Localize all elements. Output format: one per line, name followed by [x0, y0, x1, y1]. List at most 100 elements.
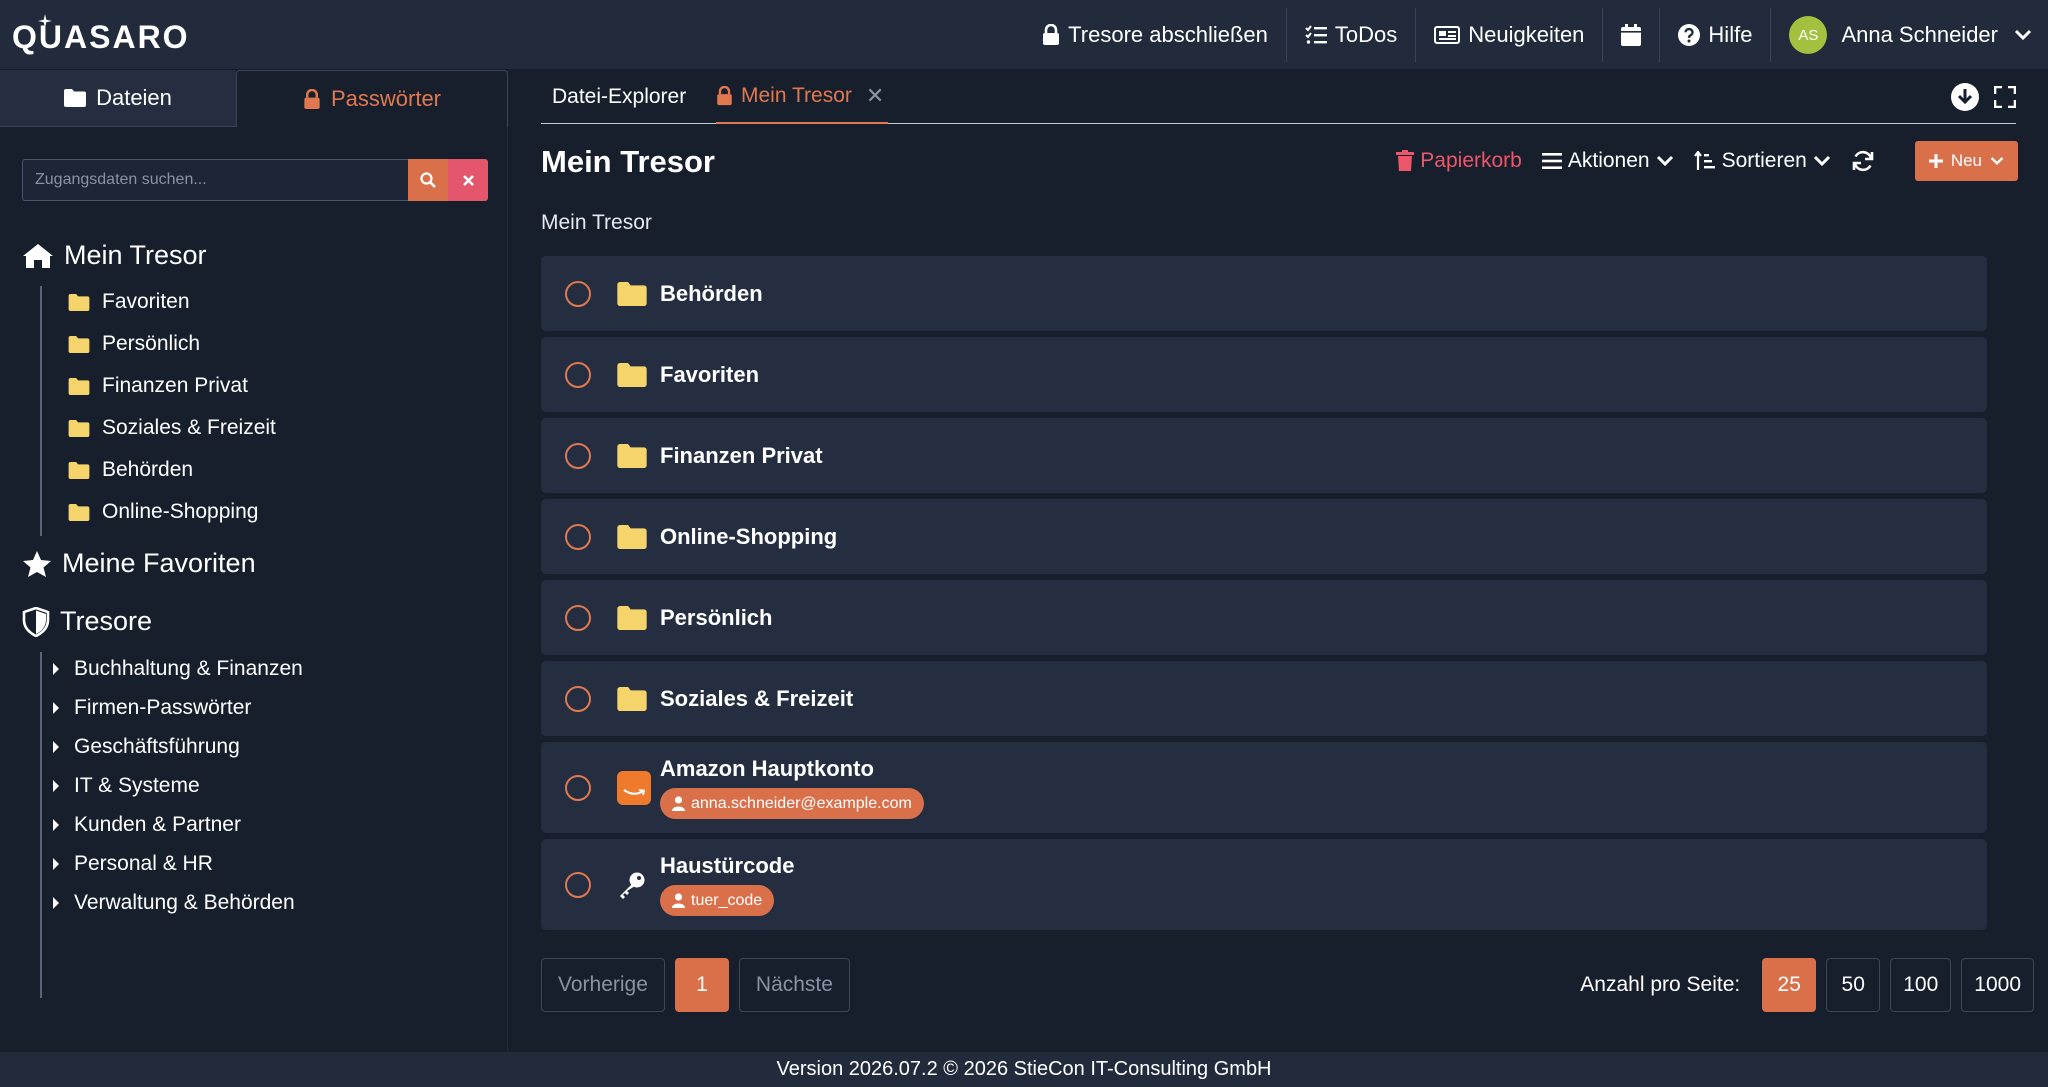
- select-radio[interactable]: [565, 871, 591, 898]
- download-circle-icon[interactable]: [1950, 82, 1980, 112]
- vault-item-geschaeftsfuehrung[interactable]: Geschäftsführung: [52, 735, 240, 759]
- vault-item-buchhaltung[interactable]: Buchhaltung & Finanzen: [52, 657, 303, 681]
- item-name: Haustürcode: [660, 853, 795, 878]
- folder-label: Favoriten: [102, 290, 190, 313]
- sidebar-folder-finanzen-privat[interactable]: Finanzen Privat: [68, 374, 248, 398]
- tree-my-favorites[interactable]: Meine Favoriten: [22, 548, 256, 579]
- folder-label: Online-Shopping: [102, 500, 259, 523]
- vault-label: Firmen-Passwörter: [74, 696, 252, 719]
- per-page-50[interactable]: 50: [1826, 958, 1881, 1012]
- select-radio[interactable]: [565, 442, 591, 469]
- avatar: AS: [1789, 16, 1828, 54]
- calendar-button[interactable]: [1603, 0, 1659, 70]
- caret-right-icon: [53, 663, 59, 675]
- per-page-1000[interactable]: 1000: [1961, 958, 2034, 1012]
- main-content: Datei-Explorer Mein Tresor ✕ Mein Tresor: [508, 70, 2048, 1052]
- sort-label: Sortieren: [1721, 149, 1807, 172]
- vault-item-kunden-partner[interactable]: Kunden & Partner: [52, 813, 241, 837]
- per-page-25[interactable]: 25: [1762, 958, 1817, 1012]
- select-radio[interactable]: [565, 523, 591, 550]
- tab-files[interactable]: Dateien: [0, 70, 236, 127]
- list-item[interactable]: Favoriten: [541, 337, 1987, 412]
- folder-label: Persönlich: [102, 332, 201, 355]
- user-icon: [672, 796, 685, 811]
- clear-search-button[interactable]: [448, 159, 488, 201]
- footer-version: Version 2026.07.2 © 2026 StieCon IT-Cons…: [0, 1052, 2048, 1087]
- lock-vaults-button[interactable]: Tresore abschließen: [1024, 0, 1286, 70]
- todos-button[interactable]: ToDos: [1287, 0, 1415, 70]
- sidebar-tabs: Dateien Passwörter: [0, 70, 508, 127]
- credential-search: [22, 159, 488, 201]
- tab-my-vault[interactable]: Mein Tresor ✕: [716, 70, 889, 124]
- tab-file-explorer[interactable]: Datei-Explorer: [552, 70, 686, 124]
- select-radio[interactable]: [565, 774, 591, 801]
- close-tab-button[interactable]: ✕: [866, 83, 884, 109]
- sidebar-folder-soziales-freizeit[interactable]: Soziales & Freizeit: [68, 416, 276, 440]
- sidebar-folder-behoerden[interactable]: Behörden: [68, 458, 193, 482]
- list-item[interactable]: Soziales & Freizeit: [541, 661, 1987, 736]
- folder-icon: [68, 377, 90, 395]
- per-page-selector: Anzahl pro Seite: 25 50 100 1000: [1580, 958, 2034, 1012]
- list-item[interactable]: Online-Shopping: [541, 499, 1987, 574]
- lock-icon: [717, 86, 732, 106]
- per-page-100[interactable]: 100: [1890, 958, 1952, 1012]
- sort-icon: [1693, 151, 1715, 170]
- folder-icon: [617, 605, 647, 630]
- tree-vaults[interactable]: Tresore: [22, 606, 152, 637]
- tab-my-vault-label: Mein Tresor: [741, 84, 852, 107]
- vault-item-verwaltung[interactable]: Verwaltung & Behörden: [52, 891, 295, 915]
- sidebar-folder-online-shopping[interactable]: Online-Shopping: [68, 500, 258, 524]
- folder-label: Behörden: [102, 458, 194, 481]
- tab-passwords[interactable]: Passwörter: [236, 70, 508, 127]
- vault-label: Personal & HR: [74, 852, 213, 875]
- list-item[interactable]: Amazon Hauptkonto anna.schneider@example…: [541, 742, 1987, 833]
- sidebar: Dateien Passwörter Mein Treso: [0, 70, 508, 1052]
- home-icon: [23, 243, 53, 268]
- app-logo[interactable]: QUASARO: [12, 14, 190, 56]
- search-input[interactable]: [22, 159, 408, 201]
- refresh-button[interactable]: [1851, 149, 1875, 173]
- user-menu[interactable]: AS Anna Schneider: [1771, 0, 2048, 70]
- vault-item-firmen-passwoerter[interactable]: Firmen-Passwörter: [52, 696, 251, 720]
- search-button[interactable]: [408, 159, 448, 201]
- select-radio[interactable]: [565, 685, 591, 712]
- select-radio[interactable]: [565, 604, 591, 631]
- tab-passwords-label: Passwörter: [330, 86, 442, 111]
- username-text: tuer_code: [691, 891, 763, 909]
- menu-icon: [1541, 153, 1562, 169]
- select-radio[interactable]: [565, 280, 591, 307]
- list-item[interactable]: Haustürcode tuer_code: [541, 839, 1987, 930]
- folder-icon: [68, 461, 90, 479]
- prev-page-button[interactable]: Vorherige: [541, 958, 665, 1012]
- list-item[interactable]: Persönlich: [541, 580, 1987, 655]
- breadcrumb[interactable]: Mein Tresor: [541, 211, 652, 235]
- vault-item-it-systeme[interactable]: IT & Systeme: [52, 774, 200, 798]
- folder-label: Finanzen Privat: [102, 374, 248, 397]
- page-1-button[interactable]: 1: [674, 958, 729, 1012]
- vault-label: Verwaltung & Behörden: [74, 891, 295, 914]
- tree-my-vault[interactable]: Mein Tresor: [22, 240, 207, 271]
- sort-dropdown[interactable]: Sortieren: [1693, 149, 1831, 173]
- vault-item-personal-hr[interactable]: Personal & HR: [52, 852, 213, 876]
- new-label: Neu: [1950, 151, 1982, 170]
- sidebar-folder-persoenlich[interactable]: Persönlich: [68, 332, 200, 356]
- tab-files-label: Dateien: [96, 85, 172, 110]
- help-button[interactable]: Hilfe: [1660, 0, 1770, 70]
- user-name: Anna Schneider: [1841, 22, 1998, 47]
- sidebar-folder-favoriten[interactable]: Favoriten: [68, 290, 190, 314]
- news-button[interactable]: Neuigkeiten: [1416, 0, 1602, 70]
- fullscreen-icon[interactable]: [1994, 86, 2016, 108]
- folder-icon: [617, 362, 647, 387]
- actions-dropdown[interactable]: Aktionen: [1541, 149, 1674, 173]
- caret-right-icon: [53, 702, 59, 714]
- new-button[interactable]: Neu: [1914, 141, 2018, 181]
- shield-icon: [22, 606, 50, 637]
- next-page-button[interactable]: Nächste: [738, 958, 850, 1012]
- list-item[interactable]: Finanzen Privat: [541, 418, 1987, 493]
- list-item[interactable]: Behörden: [541, 256, 1987, 331]
- key-icon: [620, 872, 645, 899]
- trash-button[interactable]: Papierkorb: [1396, 149, 1522, 173]
- todos-label: ToDos: [1334, 22, 1398, 47]
- select-radio[interactable]: [565, 361, 591, 388]
- username-text: anna.schneider@example.com: [691, 794, 912, 812]
